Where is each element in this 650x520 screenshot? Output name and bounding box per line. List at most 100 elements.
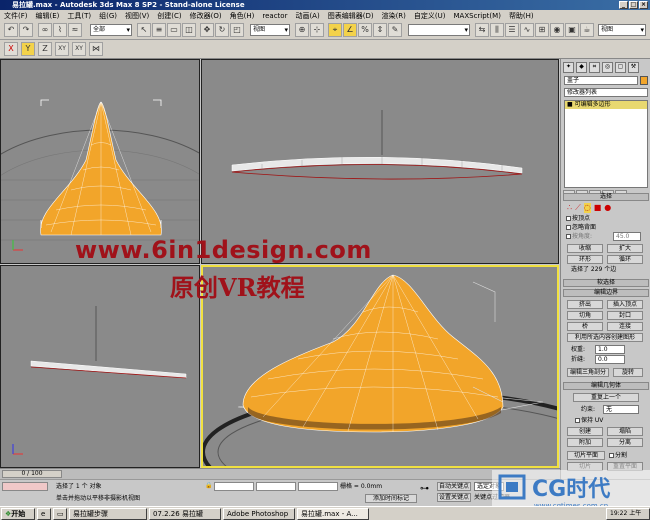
start-button[interactable]: ❖开始 bbox=[1, 507, 35, 520]
connect-button[interactable]: 连接 bbox=[607, 322, 643, 331]
edge-mode-icon[interactable]: ⟋ bbox=[575, 203, 581, 213]
border-mode-icon[interactable]: ◌ bbox=[583, 203, 591, 213]
constraints-dropdown[interactable]: 无 bbox=[603, 405, 639, 414]
z-coordinate-field[interactable] bbox=[298, 482, 339, 491]
preserve-uvs-checkbox[interactable]: 保持 UV bbox=[575, 417, 603, 424]
detach-button[interactable]: 分离 bbox=[607, 438, 643, 447]
bridge-button[interactable]: 桥 bbox=[567, 322, 603, 331]
lock-selection-icon[interactable]: 🔒 bbox=[205, 482, 212, 491]
grow-button[interactable]: 扩大 bbox=[607, 244, 643, 253]
ignore-backfacing-checkbox[interactable]: 忽略背面 bbox=[566, 224, 596, 231]
snap-toggle-icon[interactable]: ⌖ bbox=[328, 23, 342, 37]
rotate-icon[interactable]: ↻ bbox=[215, 23, 229, 37]
taskbar-item-steps[interactable]: 易拉罐步骤 bbox=[69, 507, 147, 520]
stack-item[interactable]: ■ 可编辑多边形 bbox=[565, 101, 647, 109]
by-angle-checkbox[interactable]: 按角度: bbox=[566, 233, 592, 240]
set-key-button[interactable]: 设置关键点 bbox=[437, 493, 471, 502]
menu-help[interactable]: 帮助(H) bbox=[509, 11, 534, 21]
named-selection-sets-dropdown[interactable] bbox=[408, 24, 470, 36]
taskbar-item-3dsmax[interactable]: 易拉罐.max - A... bbox=[297, 507, 369, 520]
select-by-name-icon[interactable]: ≡ bbox=[152, 23, 166, 37]
tab-modify-icon[interactable]: ◆ bbox=[576, 62, 587, 73]
cap-button[interactable]: 封口 bbox=[607, 311, 643, 320]
create-shape-button[interactable]: 利用所选内容创建图形 bbox=[567, 333, 643, 342]
angle-value-field[interactable]: 45.0 bbox=[613, 232, 641, 241]
axis-y-button[interactable]: Y bbox=[21, 42, 35, 56]
rollout-edit-edges[interactable]: 编辑边界 bbox=[563, 289, 649, 297]
menu-reactor[interactable]: reactor bbox=[262, 12, 287, 20]
turn-button[interactable]: 旋转 bbox=[613, 368, 643, 377]
spinner-snap-icon[interactable]: ⇕ bbox=[373, 23, 387, 37]
key-icon[interactable]: ⊶ bbox=[420, 485, 429, 494]
angle-snap-icon[interactable]: ∠ bbox=[343, 23, 357, 37]
menu-character[interactable]: 角色(H) bbox=[230, 11, 255, 21]
extrude-button[interactable]: 挤出 bbox=[567, 300, 603, 309]
menu-customize[interactable]: 自定义(U) bbox=[414, 11, 446, 21]
menu-graph-editors[interactable]: 图表编辑器(D) bbox=[328, 11, 374, 21]
undo-icon[interactable]: ↶ bbox=[4, 23, 18, 37]
window-crossing-icon[interactable]: ◫ bbox=[182, 23, 196, 37]
layer-manager-icon[interactable]: ☰ bbox=[505, 23, 519, 37]
axis-xy-button[interactable]: XY bbox=[55, 42, 69, 56]
weight-field[interactable]: 1.0 bbox=[595, 345, 625, 354]
x-coordinate-field[interactable] bbox=[214, 482, 255, 491]
edit-named-sel-icon[interactable]: ✎ bbox=[388, 23, 402, 37]
slice-plane-button[interactable]: 切片平面 bbox=[567, 451, 605, 460]
rollout-soft-selection[interactable]: 软选择 bbox=[563, 279, 649, 287]
time-slider-thumb[interactable]: 0 / 100 bbox=[2, 470, 62, 478]
rollout-selection[interactable]: 选择 bbox=[563, 193, 649, 201]
redo-icon[interactable]: ↷ bbox=[19, 23, 33, 37]
mirror-icon[interactable]: ⇆ bbox=[475, 23, 489, 37]
taskbar-item-photoshop[interactable]: Adobe Photoshop bbox=[223, 507, 295, 520]
repeat-last-button[interactable]: 重复上一个 bbox=[573, 393, 639, 402]
menu-tools[interactable]: 工具(T) bbox=[67, 11, 91, 21]
element-mode-icon[interactable]: ● bbox=[604, 203, 611, 213]
edit-triangulation-button[interactable]: 编辑三角剖分 bbox=[567, 368, 609, 377]
close-button[interactable]: × bbox=[639, 1, 648, 9]
quick-launch-ie-icon[interactable]: e bbox=[37, 507, 51, 520]
unlink-icon[interactable]: ⌇ bbox=[53, 23, 67, 37]
axis-x-button[interactable]: X bbox=[4, 42, 18, 56]
move-icon[interactable]: ✥ bbox=[200, 23, 214, 37]
time-slider[interactable]: 0 / 100 bbox=[0, 468, 560, 479]
rect-selection-icon[interactable]: ▭ bbox=[167, 23, 181, 37]
reference-coord-dropdown[interactable]: 视图 bbox=[250, 24, 290, 36]
inverse-kinematics-icon[interactable]: ⋈ bbox=[89, 42, 103, 56]
selection-filter-dropdown[interactable]: 全部 bbox=[90, 24, 132, 36]
link-icon[interactable]: ∞ bbox=[38, 23, 52, 37]
crease-field[interactable]: 0.0 bbox=[595, 355, 625, 364]
minimize-button[interactable]: _ bbox=[619, 1, 628, 9]
tab-create-icon[interactable]: ✦ bbox=[563, 62, 574, 73]
curve-editor-icon[interactable]: ∿ bbox=[520, 23, 534, 37]
pivot-center-icon[interactable]: ⊕ bbox=[295, 23, 309, 37]
select-object-icon[interactable]: ↖ bbox=[137, 23, 151, 37]
menu-modifiers[interactable]: 修改器(O) bbox=[190, 11, 222, 21]
menu-edit[interactable]: 编辑(E) bbox=[36, 11, 60, 21]
maximize-button[interactable]: □ bbox=[629, 1, 638, 9]
align-icon[interactable]: ⫼ bbox=[490, 23, 504, 37]
bind-space-warp-icon[interactable]: ≈ bbox=[68, 23, 82, 37]
create-button[interactable]: 创建 bbox=[567, 427, 603, 436]
modifier-list-dropdown[interactable]: 修改器列表 bbox=[564, 88, 648, 97]
axis-z-button[interactable]: Z bbox=[38, 42, 52, 56]
auto-key-button[interactable]: 自动关键点 bbox=[437, 482, 471, 491]
insert-vertex-button[interactable]: 插入顶点 bbox=[607, 300, 643, 309]
loop-button[interactable]: 循环 bbox=[607, 255, 643, 264]
maxscript-listener[interactable] bbox=[2, 482, 48, 491]
y-coordinate-field[interactable] bbox=[256, 482, 297, 491]
vertex-mode-icon[interactable]: ∴ bbox=[567, 203, 572, 213]
tab-motion-icon[interactable]: ◎ bbox=[602, 62, 613, 73]
menu-file[interactable]: 文件(F) bbox=[4, 11, 28, 21]
schematic-view-icon[interactable]: ⊞ bbox=[535, 23, 549, 37]
percent-snap-icon[interactable]: % bbox=[358, 23, 372, 37]
scale-icon[interactable]: ◰ bbox=[230, 23, 244, 37]
menu-maxscript[interactable]: MAXScript(M) bbox=[454, 12, 501, 20]
chamfer-button[interactable]: 切角 bbox=[567, 311, 603, 320]
collapse-button[interactable]: 塌陷 bbox=[607, 427, 643, 436]
menu-create[interactable]: 创建(C) bbox=[157, 11, 181, 21]
viewport-top-right[interactable] bbox=[201, 59, 559, 264]
tab-display-icon[interactable]: ▢ bbox=[615, 62, 626, 73]
tab-utilities-icon[interactable]: ⚒ bbox=[628, 62, 639, 73]
menu-rendering[interactable]: 渲染(R) bbox=[382, 11, 406, 21]
ring-button[interactable]: 环形 bbox=[567, 255, 603, 264]
